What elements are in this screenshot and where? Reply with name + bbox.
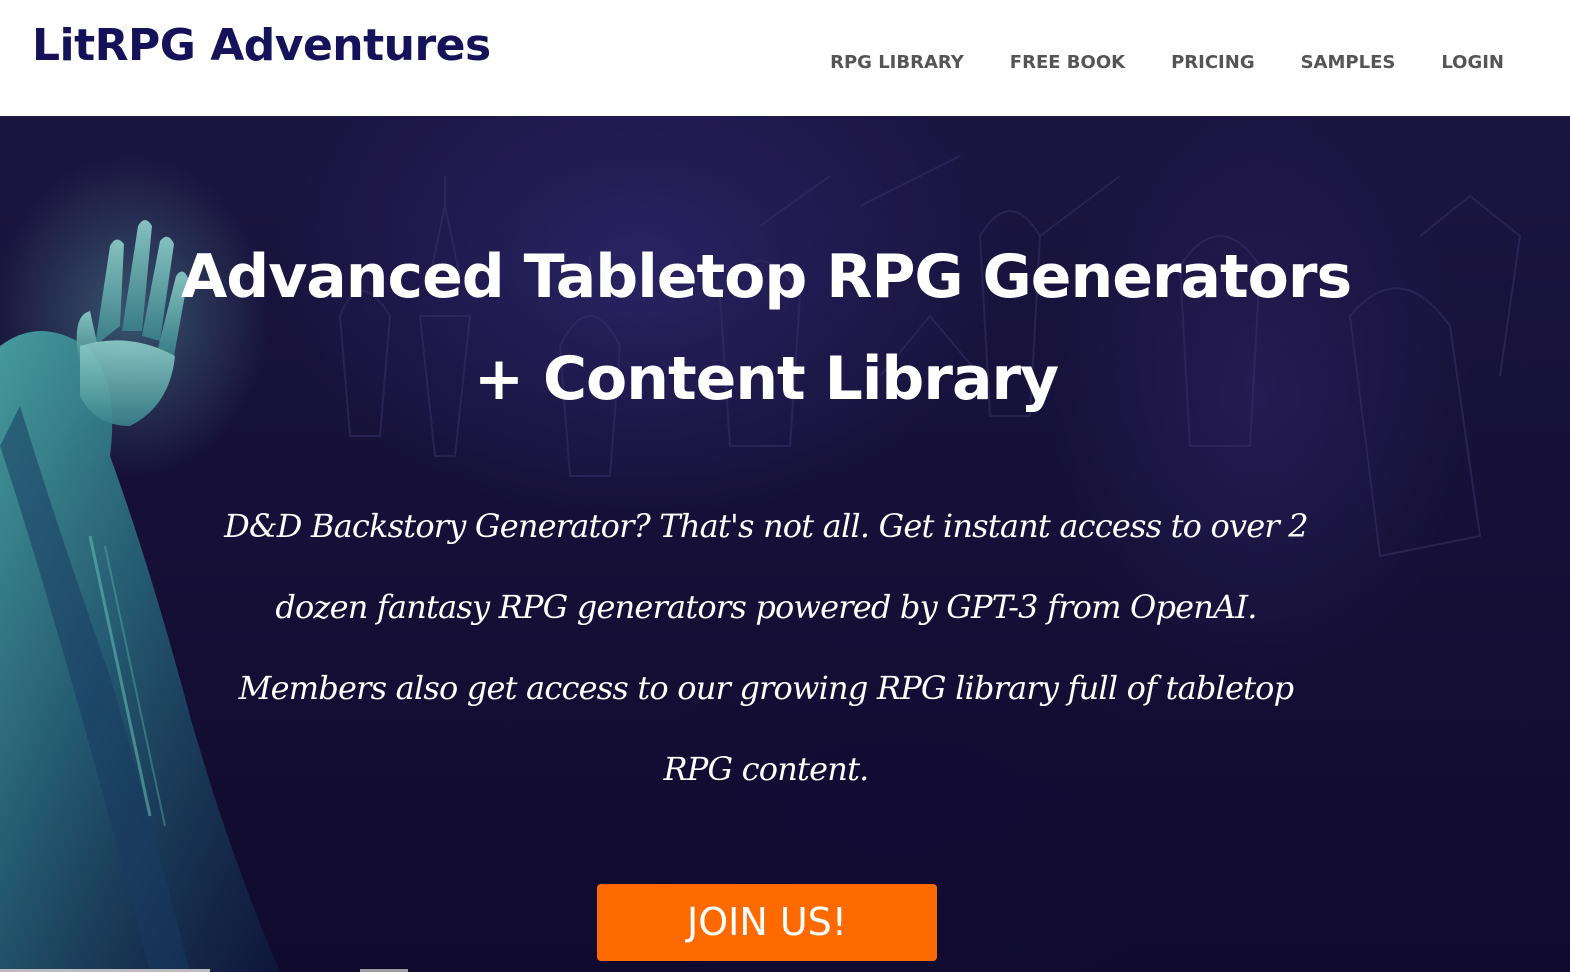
nav-pricing-link[interactable]: PRICING (1171, 50, 1255, 76)
nav-samples-link[interactable]: SAMPLES (1301, 50, 1396, 76)
nav-login-link[interactable]: LOGIN (1441, 50, 1504, 76)
hero-content: Advanced Tabletop RPG Generators + Conte… (0, 116, 1570, 972)
hero-description: D&D Backstory Generator? That's not all.… (224, 507, 1308, 788)
nav-rpg-library-link[interactable]: RPG LIBRARY (830, 50, 964, 76)
hero-title: Advanced Tabletop RPG Generators + Conte… (180, 242, 1352, 414)
main-nav: RPG LIBRARY FREE BOOK PRICING SAMPLES LO… (784, 50, 1504, 76)
site-logo[interactable]: LitRPG Adventures (32, 18, 491, 74)
join-us-button[interactable]: JOIN US! (597, 884, 937, 961)
nav-free-book-link[interactable]: FREE BOOK (1010, 50, 1125, 76)
site-header: LitRPG Adventures RPG LIBRARY FREE BOOK … (0, 0, 1570, 116)
hero-section: Advanced Tabletop RPG Generators + Conte… (0, 116, 1570, 972)
